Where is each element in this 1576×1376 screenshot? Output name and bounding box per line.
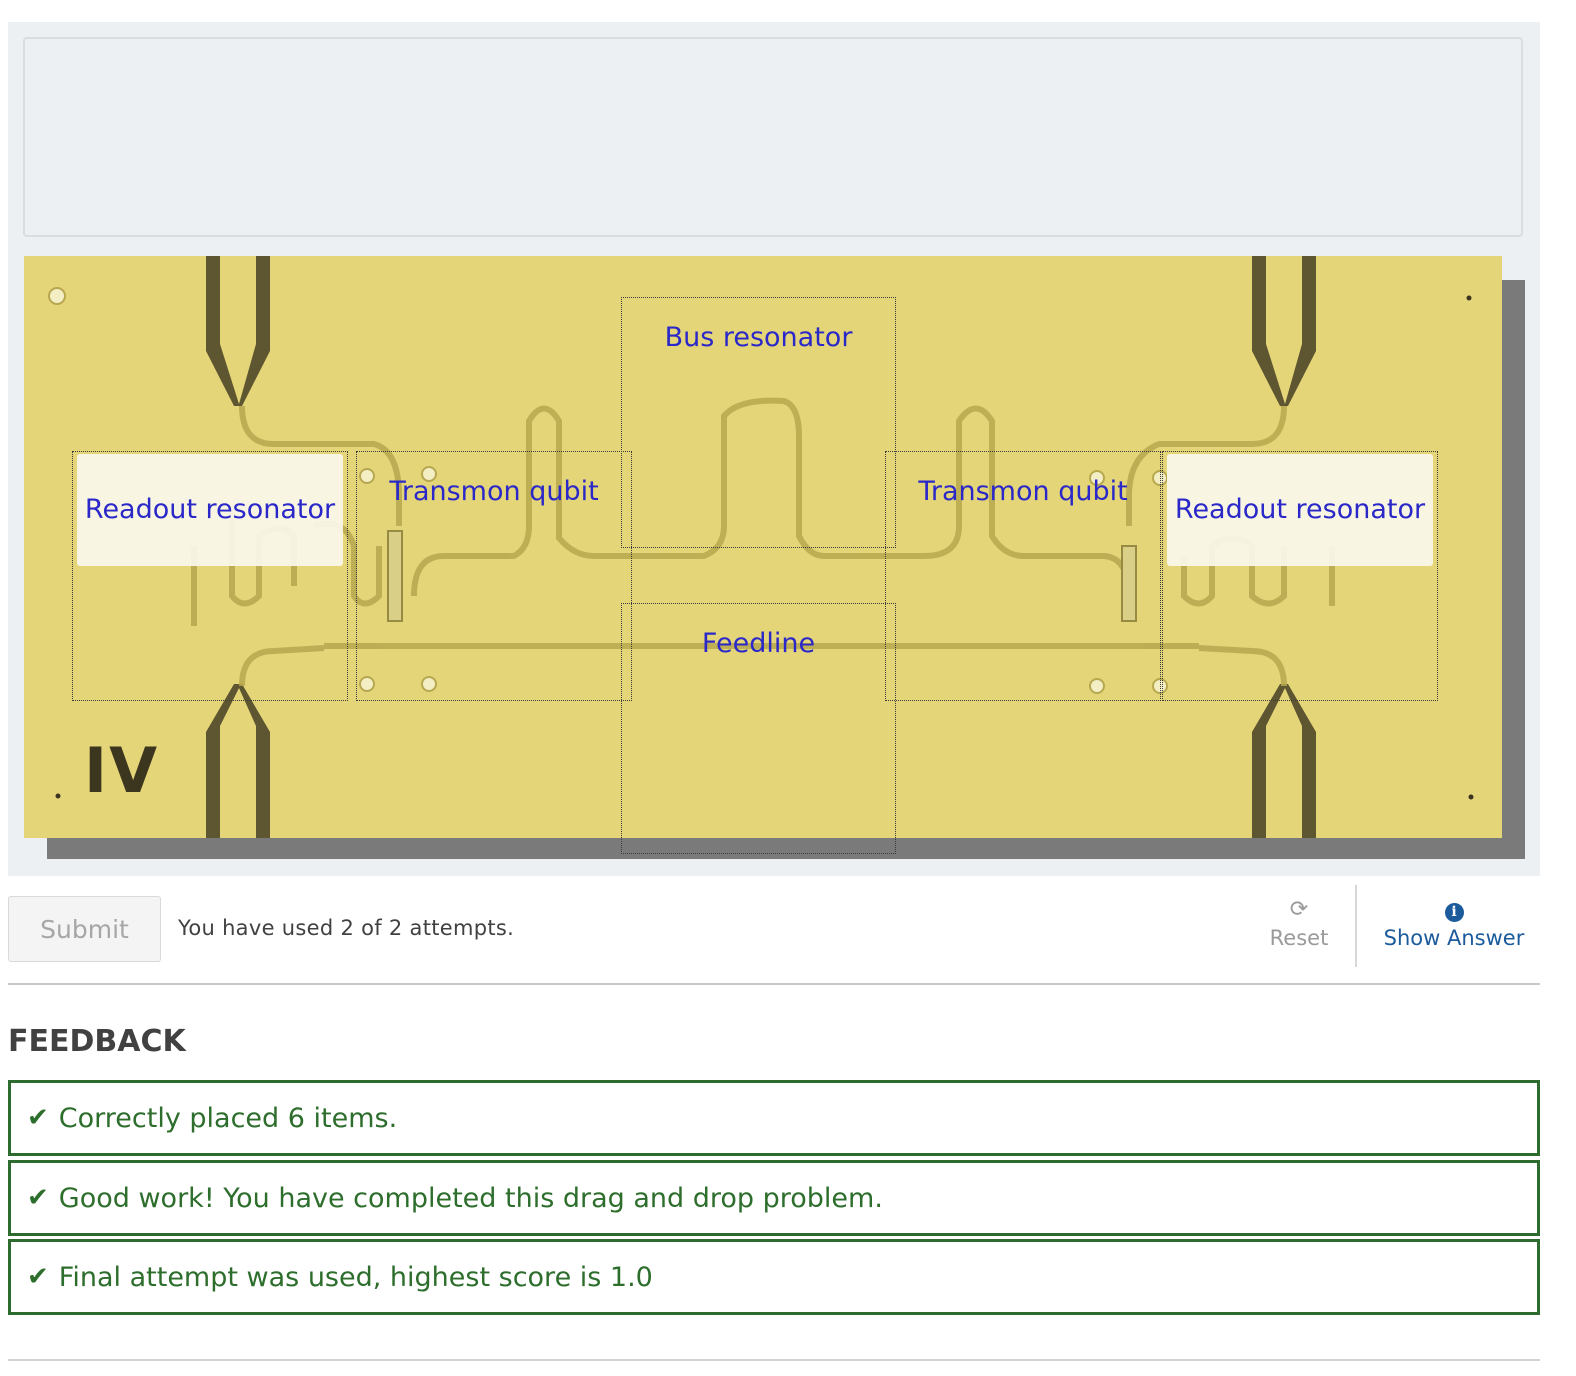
chip-marking: IV [84,734,160,807]
check-icon: ✔ [27,1183,49,1213]
feedback-message: ✔ Final attempt was used, highest score … [8,1239,1540,1315]
reset-button[interactable]: ⟳ Reset [1258,897,1340,951]
feedback-message: ✔ Correctly placed 6 items. [8,1080,1540,1156]
submit-button[interactable]: Submit [8,896,161,962]
zone-label-transmon-qubit-right[interactable]: Transmon qubit [885,474,1161,510]
show-answer-button[interactable]: i Show Answer [1376,898,1532,950]
zone-label-transmon-qubit-left[interactable]: Transmon qubit [356,474,632,510]
refresh-icon: ⟳ [1289,897,1309,922]
divider [8,1359,1540,1361]
feedback-text: Final attempt was used, highest score is… [58,1261,653,1293]
feedback-text: Correctly placed 6 items. [58,1102,398,1134]
action-divider [1355,885,1357,967]
feedback-text: Good work! You have completed this drag … [58,1182,883,1214]
feedback-title: FEEDBACK [8,1024,186,1059]
check-icon: ✔ [27,1103,49,1133]
zone-label-bus-resonator[interactable]: Bus resonator [621,320,896,356]
divider [8,983,1540,985]
reset-label: Reset [1269,926,1329,950]
item-bank-area[interactable] [23,37,1523,237]
check-icon: ✔ [27,1262,49,1292]
zone-label-feedline[interactable]: Feedline [621,626,896,662]
zone-label-readout-resonator-left[interactable]: Readout resonator [77,454,343,566]
attempts-text: You have used 2 of 2 attempts. [178,916,515,940]
show-answer-label: Show Answer [1383,926,1525,950]
zone-label-readout-resonator-right[interactable]: Readout resonator [1167,454,1433,566]
info-icon: i [1376,898,1532,926]
feedback-message: ✔ Good work! You have completed this dra… [8,1160,1540,1236]
